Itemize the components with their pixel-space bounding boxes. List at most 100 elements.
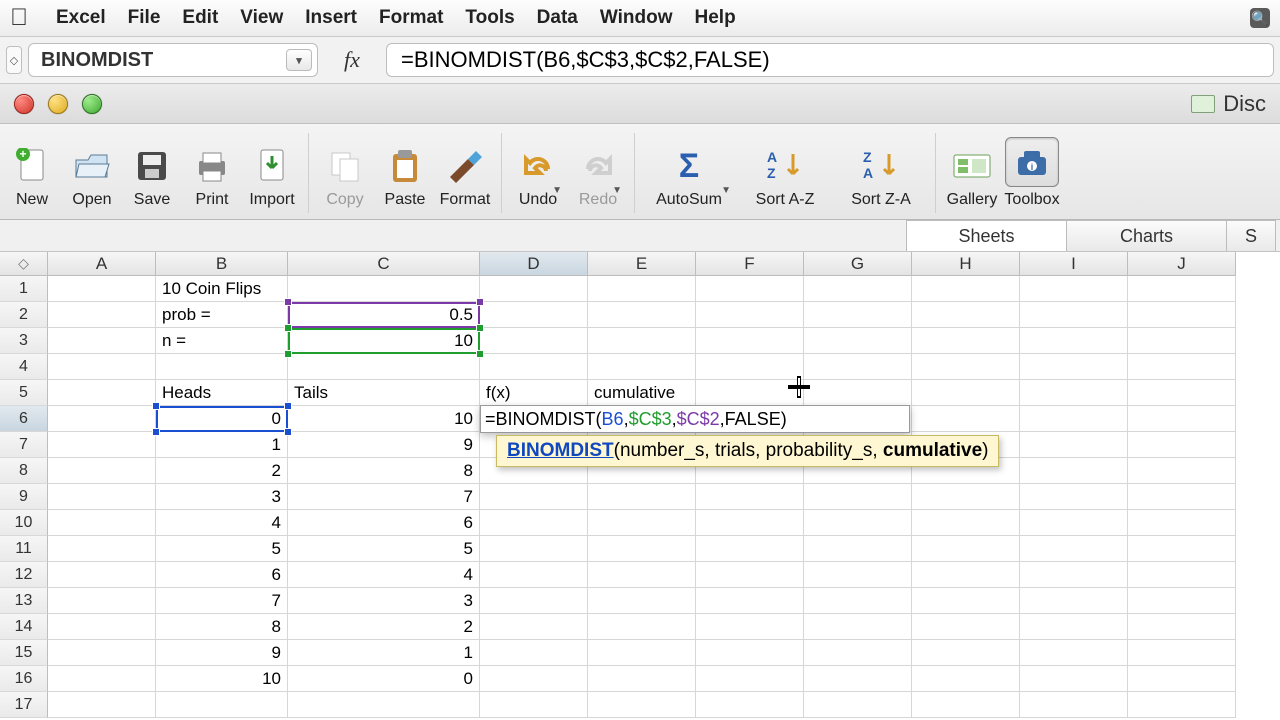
cell-j11[interactable] bbox=[1128, 536, 1236, 562]
cell-b2[interactable]: prob = bbox=[156, 302, 288, 328]
cell-d12[interactable] bbox=[480, 562, 588, 588]
ref-handle[interactable] bbox=[476, 350, 484, 358]
col-header-j[interactable]: J bbox=[1128, 252, 1236, 276]
row-header-5[interactable]: 5 bbox=[0, 380, 48, 406]
cell-a5[interactable] bbox=[48, 380, 156, 406]
cell-c11[interactable]: 5 bbox=[288, 536, 480, 562]
cell-a10[interactable] bbox=[48, 510, 156, 536]
cell-d4[interactable] bbox=[480, 354, 588, 380]
cell-a9[interactable] bbox=[48, 484, 156, 510]
cell-j12[interactable] bbox=[1128, 562, 1236, 588]
menu-help[interactable]: Help bbox=[695, 7, 736, 29]
cell-g14[interactable] bbox=[804, 614, 912, 640]
cell-a17[interactable] bbox=[48, 692, 156, 718]
menu-tools[interactable]: Tools bbox=[465, 7, 514, 29]
cell-e16[interactable] bbox=[588, 666, 696, 692]
cell-h13[interactable] bbox=[912, 588, 1020, 614]
col-header-f[interactable]: F bbox=[696, 252, 804, 276]
cell-h10[interactable] bbox=[912, 510, 1020, 536]
fx-label[interactable]: fx bbox=[324, 47, 380, 73]
cell-d11[interactable] bbox=[480, 536, 588, 562]
row-header-14[interactable]: 14 bbox=[0, 614, 48, 640]
cell-h1[interactable] bbox=[912, 276, 1020, 302]
cell-g1[interactable] bbox=[804, 276, 912, 302]
cell-g16[interactable] bbox=[804, 666, 912, 692]
select-all-corner[interactable]: ◇ bbox=[0, 252, 48, 276]
cell-j1[interactable] bbox=[1128, 276, 1236, 302]
cell-j10[interactable] bbox=[1128, 510, 1236, 536]
cell-d3[interactable] bbox=[480, 328, 588, 354]
cell-d13[interactable] bbox=[480, 588, 588, 614]
cell-a14[interactable] bbox=[48, 614, 156, 640]
cell-f1[interactable] bbox=[696, 276, 804, 302]
cell-g12[interactable] bbox=[804, 562, 912, 588]
cell-c1[interactable] bbox=[288, 276, 480, 302]
row-header-16[interactable]: 16 bbox=[0, 666, 48, 692]
cell-a13[interactable] bbox=[48, 588, 156, 614]
row-header-2[interactable]: 2 bbox=[0, 302, 48, 328]
close-window-icon[interactable] bbox=[14, 94, 34, 114]
cell-d17[interactable] bbox=[480, 692, 588, 718]
cell-i17[interactable] bbox=[1020, 692, 1128, 718]
cell-e12[interactable] bbox=[588, 562, 696, 588]
col-header-c[interactable]: C bbox=[288, 252, 480, 276]
ref-handle[interactable] bbox=[284, 402, 292, 410]
cell-f12[interactable] bbox=[696, 562, 804, 588]
cell-j17[interactable] bbox=[1128, 692, 1236, 718]
cell-b3[interactable]: n = bbox=[156, 328, 288, 354]
cell-a1[interactable] bbox=[48, 276, 156, 302]
cell-g10[interactable] bbox=[804, 510, 912, 536]
name-box[interactable]: BINOMDIST ▾ bbox=[28, 43, 318, 77]
col-header-i[interactable]: I bbox=[1020, 252, 1128, 276]
import-button[interactable]: Import bbox=[242, 141, 302, 213]
menu-file[interactable]: File bbox=[128, 7, 161, 29]
cell-editor[interactable]: =BINOMDIST(B6,$C$3,$C$2,FALSE) bbox=[480, 405, 910, 433]
cell-c13[interactable]: 3 bbox=[288, 588, 480, 614]
cell-f3[interactable] bbox=[696, 328, 804, 354]
cell-j15[interactable] bbox=[1128, 640, 1236, 666]
cell-b15[interactable]: 9 bbox=[156, 640, 288, 666]
cell-d14[interactable] bbox=[480, 614, 588, 640]
name-box-dropdown-icon[interactable]: ▾ bbox=[286, 49, 312, 71]
row-header-6[interactable]: 6 bbox=[0, 406, 48, 432]
cell-c3[interactable]: 10 bbox=[288, 328, 480, 354]
menu-edit[interactable]: Edit bbox=[182, 7, 218, 29]
cell-i4[interactable] bbox=[1020, 354, 1128, 380]
formula-input[interactable]: =BINOMDIST(B6,$C$3,$C$2,FALSE) bbox=[386, 43, 1274, 77]
cell-f4[interactable] bbox=[696, 354, 804, 380]
print-button[interactable]: Print bbox=[182, 141, 242, 213]
app-name-menu[interactable]: Excel bbox=[56, 7, 106, 29]
row-header-9[interactable]: 9 bbox=[0, 484, 48, 510]
cell-a3[interactable] bbox=[48, 328, 156, 354]
cell-b8[interactable]: 2 bbox=[156, 458, 288, 484]
cell-c17[interactable] bbox=[288, 692, 480, 718]
cell-c7[interactable]: 9 bbox=[288, 432, 480, 458]
col-header-g[interactable]: G bbox=[804, 252, 912, 276]
cell-f11[interactable] bbox=[696, 536, 804, 562]
cell-b13[interactable]: 7 bbox=[156, 588, 288, 614]
ref-handle[interactable] bbox=[284, 428, 292, 436]
format-button[interactable]: Format bbox=[435, 141, 495, 213]
cell-e10[interactable] bbox=[588, 510, 696, 536]
cell-e3[interactable] bbox=[588, 328, 696, 354]
cell-b1[interactable]: 10 Coin Flips bbox=[156, 276, 288, 302]
undo-dropdown-icon[interactable]: ▼ bbox=[552, 185, 562, 196]
cell-j2[interactable] bbox=[1128, 302, 1236, 328]
cell-i14[interactable] bbox=[1020, 614, 1128, 640]
cell-a12[interactable] bbox=[48, 562, 156, 588]
save-button[interactable]: Save bbox=[122, 141, 182, 213]
ref-handle[interactable] bbox=[476, 324, 484, 332]
cell-h16[interactable] bbox=[912, 666, 1020, 692]
row-header-13[interactable]: 13 bbox=[0, 588, 48, 614]
col-header-e[interactable]: E bbox=[588, 252, 696, 276]
tooltip-function-link[interactable]: BINOMDIST bbox=[507, 440, 614, 461]
col-header-d[interactable]: D bbox=[480, 252, 588, 276]
cell-j6[interactable] bbox=[1128, 406, 1236, 432]
cell-j13[interactable] bbox=[1128, 588, 1236, 614]
cell-d9[interactable] bbox=[480, 484, 588, 510]
cell-f13[interactable] bbox=[696, 588, 804, 614]
cell-i6[interactable] bbox=[1020, 406, 1128, 432]
cell-b5[interactable]: Heads bbox=[156, 380, 288, 406]
cell-e4[interactable] bbox=[588, 354, 696, 380]
open-button[interactable]: Open bbox=[62, 141, 122, 213]
